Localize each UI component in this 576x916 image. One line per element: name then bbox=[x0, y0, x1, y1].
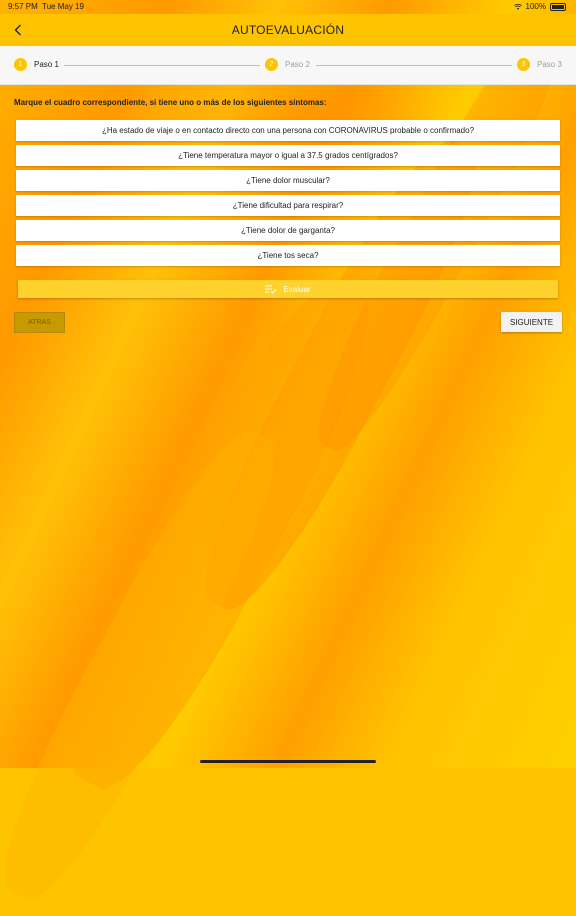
step-connector-1 bbox=[64, 65, 260, 66]
step-3-number: 3 bbox=[517, 58, 530, 71]
battery-percent: 100% bbox=[525, 2, 546, 11]
evaluate-button[interactable]: Evaluar bbox=[18, 280, 558, 298]
next-button[interactable]: SIGUIENTE bbox=[501, 312, 562, 332]
wifi-icon bbox=[513, 3, 522, 10]
step-2-label: Paso 2 bbox=[285, 60, 310, 69]
status-right: 100% bbox=[513, 2, 566, 11]
step-3-label: Paso 3 bbox=[537, 60, 562, 69]
back-nav-label: ATRAS bbox=[28, 319, 51, 326]
status-bar: 9:57 PM Tue May 19 100% bbox=[0, 0, 576, 14]
back-button[interactable] bbox=[8, 20, 28, 40]
symptom-option-temperature[interactable]: ¿Tiene temperatura mayor o igual a 37.5 … bbox=[16, 145, 560, 166]
symptom-option-travel-contact[interactable]: ¿Ha estado de viaje o en contacto direct… bbox=[16, 120, 560, 141]
step-2[interactable]: 2 Paso 2 bbox=[265, 58, 310, 71]
status-time: 9:57 PM bbox=[8, 2, 38, 11]
step-1-number: 1 bbox=[14, 58, 27, 71]
battery-icon bbox=[550, 2, 566, 11]
evaluate-label: Evaluar bbox=[283, 284, 311, 294]
back-nav-button[interactable]: ATRAS bbox=[14, 312, 65, 333]
step-connector-2 bbox=[316, 65, 512, 66]
chevron-left-icon bbox=[14, 24, 21, 36]
step-1[interactable]: 1 Paso 1 bbox=[14, 58, 59, 71]
step-2-number: 2 bbox=[265, 58, 278, 71]
stepper: 1 Paso 1 2 Paso 2 3 Paso 3 bbox=[0, 46, 576, 85]
background-paint bbox=[0, 0, 576, 916]
symptom-option-dry-cough[interactable]: ¿Tiene tos seca? bbox=[16, 245, 560, 266]
checklist-icon bbox=[265, 285, 277, 294]
app-header: AUTOEVALUACIÓN bbox=[0, 14, 576, 46]
symptom-option-sore-throat[interactable]: ¿Tiene dolor de garganta? bbox=[16, 220, 560, 241]
next-label: SIGUIENTE bbox=[509, 317, 554, 327]
home-indicator bbox=[200, 760, 376, 763]
symptom-option-muscle-pain[interactable]: ¿Tiene dolor muscular? bbox=[16, 170, 560, 191]
status-date: Tue May 19 bbox=[42, 2, 84, 11]
symptom-list: ¿Ha estado de viaje o en contacto direct… bbox=[16, 120, 560, 270]
step-1-label: Paso 1 bbox=[34, 60, 59, 69]
instruction-text: Marque el cuadro correspondiente, si tie… bbox=[14, 98, 327, 107]
symptom-option-breathing[interactable]: ¿Tiene dificultad para respirar? bbox=[16, 195, 560, 216]
step-3[interactable]: 3 Paso 3 bbox=[517, 58, 562, 71]
page-title: AUTOEVALUACIÓN bbox=[231, 23, 345, 37]
